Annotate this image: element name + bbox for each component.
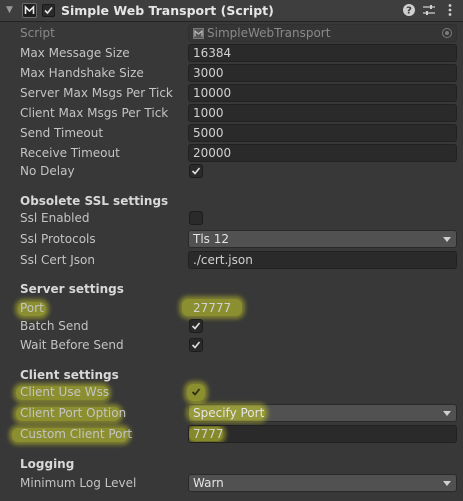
- batch-send-label: Batch Send: [20, 319, 89, 333]
- max-handshake-size-label: Max Handshake Size: [20, 66, 144, 80]
- sliders-icon[interactable]: [422, 3, 436, 17]
- client-port-option-value: Specify Port: [193, 406, 265, 420]
- server-max-msgs-row: Server Max Msgs Per Tick 10000: [0, 84, 463, 104]
- minimum-log-level-row: Minimum Log Level Warn: [0, 474, 463, 494]
- client-port-option-row: Client Port Option Specify Port: [0, 404, 463, 424]
- batch-send-row: Batch Send: [0, 317, 463, 337]
- no-delay-label: No Delay: [20, 164, 75, 178]
- script-row: Script SimpleWebTransport: [0, 24, 463, 44]
- max-handshake-size-row: Max Handshake Size 3000: [0, 64, 463, 84]
- dropdown-arrow-icon: [443, 481, 451, 486]
- custom-client-port-label: Custom Client Port: [20, 427, 133, 441]
- max-handshake-size-input[interactable]: 3000: [188, 64, 457, 82]
- minimum-log-level-label: Minimum Log Level: [20, 476, 137, 490]
- ssl-enabled-label: Ssl Enabled: [20, 211, 90, 225]
- server-max-msgs-label: Server Max Msgs Per Tick: [20, 86, 173, 100]
- component-title: Simple Web Transport (Script): [61, 3, 274, 18]
- script-icon: [22, 3, 37, 18]
- checkmark-icon: [191, 167, 201, 175]
- wait-before-send-label: Wait Before Send: [20, 338, 124, 352]
- client-max-msgs-row: Client Max Msgs Per Tick 1000: [0, 104, 463, 124]
- client-max-msgs-label: Client Max Msgs Per Tick: [20, 106, 169, 120]
- server-section-heading: Server settings: [20, 282, 124, 296]
- ssl-protocols-row: Ssl Protocols Tls 12: [0, 230, 463, 250]
- send-timeout-label: Send Timeout: [20, 126, 104, 140]
- wait-before-send-checkbox[interactable]: [189, 338, 203, 352]
- receive-timeout-row: Receive Timeout 20000: [0, 144, 463, 164]
- max-message-size-label: Max Message Size: [20, 46, 130, 60]
- svg-text:?: ?: [406, 6, 412, 17]
- port-row: Port 27777: [0, 299, 463, 319]
- minimum-log-level-value: Warn: [193, 476, 224, 490]
- checkmark-icon: [191, 341, 201, 349]
- script-object-field[interactable]: SimpleWebTransport: [188, 24, 457, 42]
- max-message-size-input[interactable]: 16384: [188, 44, 457, 62]
- client-use-wss-checkbox[interactable]: [189, 385, 203, 399]
- port-input[interactable]: 27777: [188, 299, 457, 317]
- no-delay-row: No Delay: [0, 162, 463, 182]
- checkmark-icon: [191, 322, 201, 330]
- minimum-log-level-dropdown[interactable]: Warn: [188, 474, 457, 492]
- wait-before-send-row: Wait Before Send: [0, 336, 463, 356]
- script-file-icon: [193, 28, 204, 39]
- custom-client-port-row: Custom Client Port 7777: [0, 425, 463, 445]
- port-label: Port: [20, 301, 44, 315]
- script-value: SimpleWebTransport: [207, 26, 331, 40]
- receive-timeout-label: Receive Timeout: [20, 146, 120, 160]
- max-message-size-row: Max Message Size 16384: [0, 44, 463, 64]
- client-port-option-label: Client Port Option: [20, 406, 127, 420]
- receive-timeout-input[interactable]: 20000: [188, 144, 457, 162]
- ssl-cert-json-label: Ssl Cert Json: [20, 253, 95, 267]
- component-enabled-checkbox[interactable]: [42, 4, 55, 17]
- client-max-msgs-input[interactable]: 1000: [188, 104, 457, 122]
- foldout-arrow-icon[interactable]: ▼: [6, 5, 16, 15]
- dropdown-arrow-icon: [443, 411, 451, 416]
- object-picker-icon[interactable]: [442, 28, 452, 38]
- send-timeout-input[interactable]: 5000: [188, 124, 457, 142]
- custom-client-port-input[interactable]: 7777: [188, 425, 457, 443]
- checkmark-icon: [191, 388, 201, 396]
- help-icon[interactable]: ?: [402, 3, 416, 17]
- no-delay-checkbox[interactable]: [189, 164, 203, 178]
- client-port-option-dropdown[interactable]: Specify Port: [188, 404, 457, 422]
- client-section-heading: Client settings: [20, 368, 119, 382]
- ssl-section-heading: Obsolete SSL settings: [20, 194, 169, 208]
- batch-send-checkbox[interactable]: [189, 319, 203, 333]
- kebab-menu-icon[interactable]: [443, 3, 457, 17]
- dropdown-arrow-icon: [443, 237, 451, 242]
- client-use-wss-row: Client Use Wss: [0, 383, 463, 403]
- custom-client-port-value: 7777: [193, 427, 224, 441]
- server-max-msgs-input[interactable]: 10000: [188, 84, 457, 102]
- ssl-enabled-row: Ssl Enabled: [0, 209, 463, 229]
- script-label: Script: [20, 26, 55, 40]
- send-timeout-row: Send Timeout 5000: [0, 124, 463, 144]
- ssl-enabled-checkbox[interactable]: [189, 211, 203, 225]
- component-header[interactable]: ▼ Simple Web Transport (Script) ?: [0, 0, 463, 22]
- ssl-protocols-label: Ssl Protocols: [20, 232, 96, 246]
- ssl-cert-json-input[interactable]: ./cert.json: [188, 251, 457, 269]
- ssl-cert-json-row: Ssl Cert Json ./cert.json: [0, 251, 463, 271]
- client-use-wss-label: Client Use Wss: [20, 385, 110, 399]
- logging-section-heading: Logging: [20, 457, 75, 471]
- ssl-protocols-value: Tls 12: [193, 232, 229, 246]
- ssl-protocols-dropdown[interactable]: Tls 12: [188, 230, 457, 248]
